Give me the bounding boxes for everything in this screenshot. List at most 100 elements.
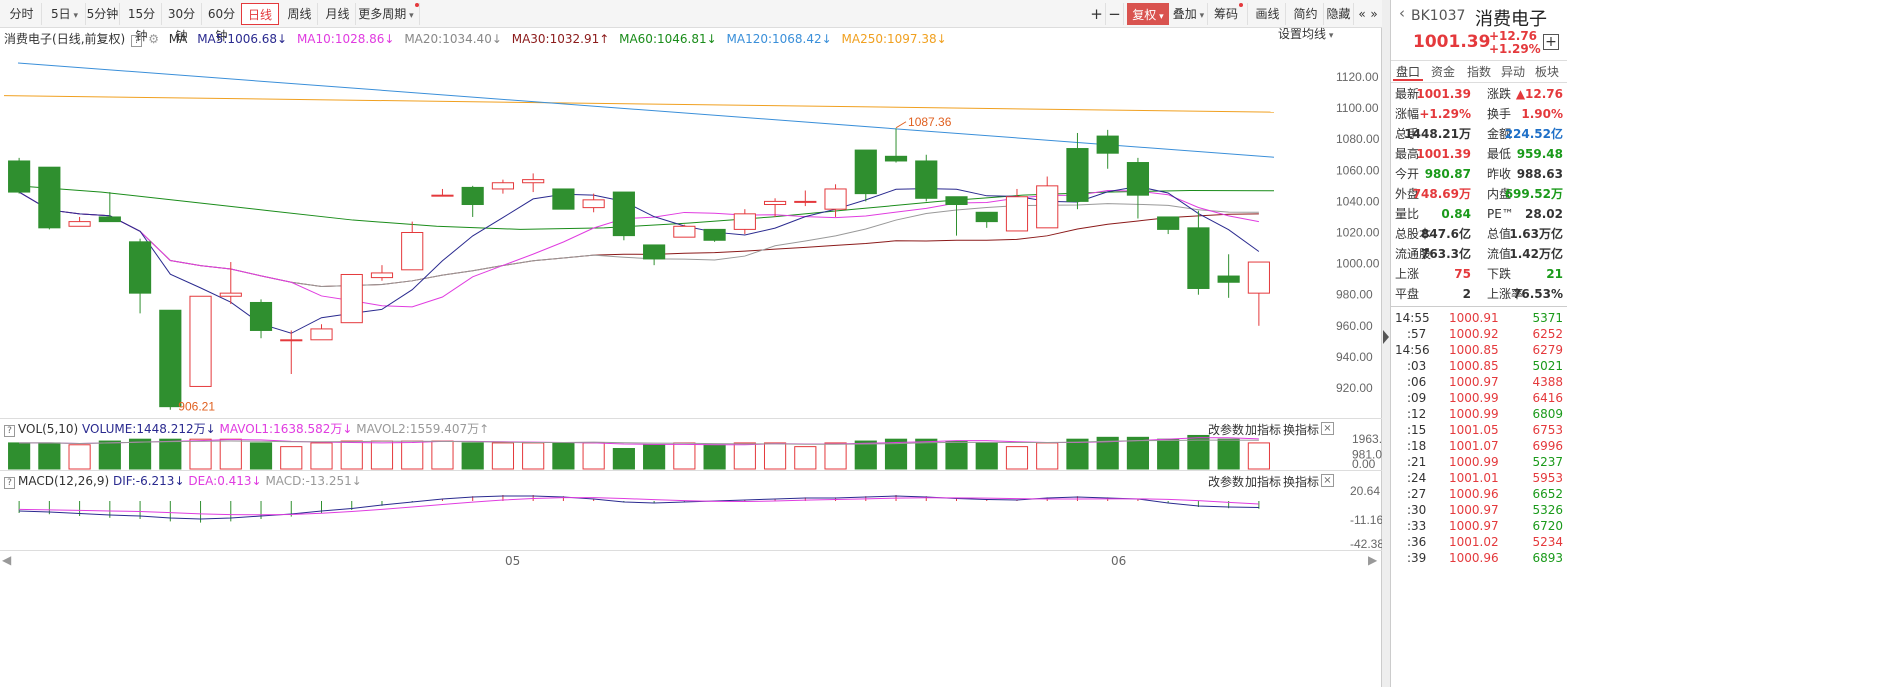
vol-legend: ? VOL(5,10) VOLUME:1448.212万↓ MAVOL1:1638… <box>4 421 489 437</box>
volume-bar <box>370 440 394 470</box>
stat-value: 1.42万亿 <box>1509 247 1563 261</box>
stat-row: 流通股 763.3亿 流值 1.42万亿 <box>1391 244 1567 264</box>
vol-switch-indicator-button[interactable]: 换指标 <box>1283 421 1319 438</box>
volume-bar <box>401 440 424 470</box>
volume-bar <box>612 448 635 470</box>
tick-volume: 5021 <box>1532 359 1563 373</box>
tick-time: :24 <box>1407 471 1427 485</box>
collapse-chevron-icon[interactable]: ‹ <box>1399 4 1405 22</box>
stat-value: +1.29% <box>1419 107 1471 121</box>
candle-body <box>128 241 152 294</box>
tick-row: 14:56 1000.85 6279 <box>1391 342 1567 358</box>
tick-volume: 6279 <box>1532 343 1563 357</box>
stat-value: 699.52万 <box>1504 187 1563 201</box>
tick-volume: 6252 <box>1532 327 1563 341</box>
volume-bar <box>1066 438 1089 470</box>
panel-splitter[interactable] <box>1382 0 1391 687</box>
tick-volume: 4388 <box>1532 375 1563 389</box>
tab-pankou[interactable]: 盘口 <box>1393 63 1423 81</box>
stat-value: 1.90% <box>1521 107 1563 121</box>
timeline-left-icon[interactable]: ◀ <box>2 552 11 568</box>
tick-volume: 6996 <box>1532 439 1563 453</box>
candle-body <box>794 200 817 203</box>
price-tick-label: 940.00 <box>1336 350 1373 364</box>
candle-body <box>612 191 635 237</box>
kline-area: 分时 5日 ▾ 5分钟 15分钟 30分钟 60分钟 日线 周线 月线 更多周期… <box>0 0 1382 687</box>
candle-body <box>522 179 545 184</box>
volume-bar <box>8 442 31 470</box>
tick-row: :15 1001.05 6753 <box>1391 422 1567 438</box>
ma10-line <box>18 190 1259 308</box>
tick-price: 1001.01 <box>1449 471 1499 485</box>
kline-chart[interactable]: 1120.00 1100.00 1080.00 1060.00 1040.00 1020.… <box>0 0 1382 687</box>
candle-body <box>643 244 666 260</box>
stat-value: 21 <box>1546 267 1563 281</box>
collapse-arrow-icon[interactable] <box>1383 330 1389 344</box>
volume-bar <box>128 438 152 470</box>
volume-bar <box>945 440 968 470</box>
x-label-06: 06 <box>1111 554 1127 568</box>
tab-zijin[interactable]: 资金 <box>1427 63 1459 81</box>
candle-body <box>945 196 968 206</box>
volume-bar <box>1005 446 1029 470</box>
tick-row: :12 1000.99 6809 <box>1391 406 1567 422</box>
vol-close-icon[interactable]: × <box>1321 422 1334 435</box>
candle-body <box>159 309 182 408</box>
tab-zhishu[interactable]: 指数 <box>1463 63 1495 81</box>
tab-bankuai[interactable]: 板块 <box>1531 63 1563 81</box>
tab-yidong[interactable]: 异动 <box>1497 63 1529 81</box>
tick-price: 1000.99 <box>1449 391 1499 405</box>
tick-row: :18 1001.07 6996 <box>1391 438 1567 454</box>
macd-switch-indicator-button[interactable]: 换指标 <box>1283 473 1319 490</box>
price-tick-label: 1040.00 <box>1336 194 1380 208</box>
tick-row: :24 1001.01 5953 <box>1391 470 1567 486</box>
candle-body <box>884 155 908 162</box>
stat-row: 总手 1448.21万 金额 224.52亿 <box>1391 124 1567 144</box>
tick-price: 1000.91 <box>1449 311 1499 325</box>
volume-bar <box>340 440 363 470</box>
help-icon[interactable]: ? <box>4 425 15 437</box>
x-label-05: 05 <box>505 554 521 568</box>
stat-value: 76.53% <box>1513 287 1563 301</box>
stat-row: 今开 980.87 昨收 988.63 <box>1391 164 1567 184</box>
price-tick-label: 980.00 <box>1336 288 1373 302</box>
tick-price: 1000.85 <box>1449 359 1499 373</box>
vol-title: VOL(5,10) <box>18 422 79 436</box>
tick-price: 1001.05 <box>1449 423 1499 437</box>
volume-bar <box>854 440 877 470</box>
add-watchlist-button[interactable]: + <box>1543 34 1559 50</box>
volume-bar <box>280 446 303 470</box>
tick-time: :36 <box>1407 535 1427 549</box>
help-icon[interactable]: ? <box>4 477 15 489</box>
high-annotation: 1087.36 <box>908 115 952 129</box>
volume-bar <box>643 444 666 470</box>
tick-volume: 6720 <box>1532 519 1563 533</box>
tick-time: :06 <box>1407 375 1427 389</box>
stat-value: 748.69万 <box>1412 187 1471 201</box>
volume-bar <box>461 442 484 470</box>
candle-body <box>1005 196 1029 232</box>
macd-tick-label: -11.16 <box>1350 513 1382 527</box>
stat-row: 最新 1001.39 涨跌 ▲12.76 <box>1391 84 1567 104</box>
timeline-right-icon[interactable]: ▶ <box>1368 552 1377 568</box>
stat-value: 763.3亿 <box>1421 247 1471 261</box>
vol-add-indicator-button[interactable]: 加指标 <box>1245 421 1281 438</box>
stat-value: 1001.39 <box>1416 147 1471 161</box>
macd-add-indicator-button[interactable]: 加指标 <box>1245 473 1281 490</box>
macd-close-icon[interactable]: × <box>1321 474 1334 487</box>
tick-time: :30 <box>1407 503 1427 517</box>
stat-value: 980.87 <box>1424 167 1471 181</box>
price-change-pct: +1.29% <box>1489 42 1541 56</box>
vol-params-button[interactable]: 改参数 <box>1208 421 1244 438</box>
tick-row: :30 1000.97 5326 <box>1391 502 1567 518</box>
macd-params-button[interactable]: 改参数 <box>1208 473 1244 490</box>
stat-value: 1.63万亿 <box>1509 227 1563 241</box>
stat-row: 最高 1001.39 最低 959.48 <box>1391 144 1567 164</box>
candle-body <box>733 213 756 230</box>
tick-price: 1000.97 <box>1449 503 1499 517</box>
candle-body <box>1126 162 1150 196</box>
candle-body <box>98 216 121 223</box>
tick-row: :33 1000.97 6720 <box>1391 518 1567 534</box>
candle-body <box>189 295 212 387</box>
tick-volume: 6809 <box>1532 407 1563 421</box>
